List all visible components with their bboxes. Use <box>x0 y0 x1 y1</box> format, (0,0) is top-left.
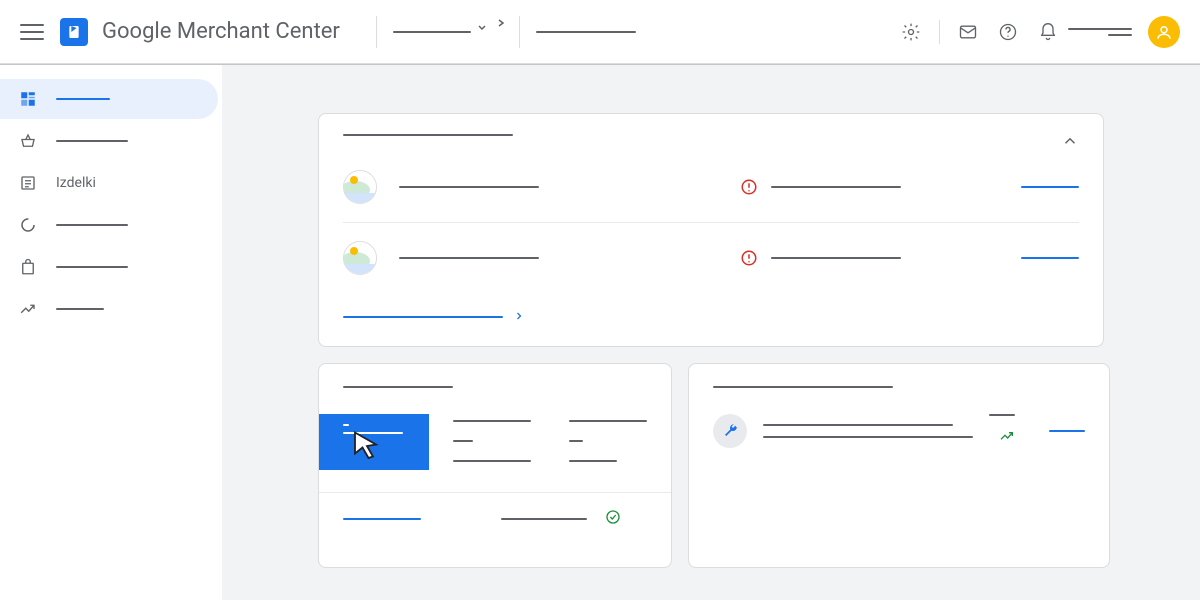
product-thumbnail-icon <box>343 170 377 204</box>
insight-card <box>688 363 1110 568</box>
overview-column <box>569 414 647 462</box>
overview-footer-link[interactable] <box>343 518 421 520</box>
header-search-placeholder[interactable] <box>536 31 656 33</box>
main-content <box>222 65 1200 600</box>
trend-icon <box>18 299 38 319</box>
pending-card-footer-link[interactable] <box>319 293 1103 346</box>
check-circle-icon <box>605 509 621 529</box>
collapse-icon[interactable] <box>1061 132 1079 154</box>
mail-icon[interactable] <box>948 12 988 52</box>
card-title <box>343 134 513 136</box>
pending-tasks-card <box>318 113 1104 347</box>
error-icon <box>739 248 759 268</box>
sidebar-item-label <box>56 98 110 100</box>
app-title: Google Merchant Center <box>102 20 340 44</box>
pending-row-status <box>771 186 901 188</box>
sidebar-item-performance[interactable] <box>0 205 218 245</box>
trend-up-icon <box>999 428 1015 448</box>
pending-row-label <box>399 186 539 188</box>
sidebar-item-label: Izdelki <box>56 175 96 191</box>
sidebar-item-overview[interactable] <box>0 79 218 119</box>
list-icon <box>18 173 38 193</box>
avatar[interactable] <box>1148 16 1180 48</box>
insight-action-link[interactable] <box>1049 430 1085 432</box>
settings-icon[interactable] <box>891 12 931 52</box>
app-logo[interactable] <box>60 18 88 46</box>
divider <box>939 20 940 44</box>
sidebar-item-label <box>56 266 128 268</box>
divider <box>519 16 520 48</box>
sidebar-item-products[interactable]: Izdelki <box>0 163 218 203</box>
notifications-icon[interactable] <box>1028 12 1068 52</box>
sidebar-item-label <box>56 140 128 142</box>
chevron-right-icon <box>513 307 525 326</box>
menu-icon[interactable] <box>20 20 44 44</box>
bag-icon <box>18 257 38 277</box>
app-header: Google Merchant Center <box>0 0 1200 64</box>
error-icon <box>739 177 759 197</box>
pending-row[interactable] <box>343 223 1079 293</box>
basket-icon <box>18 131 38 151</box>
dashboard-icon <box>18 89 38 109</box>
pending-row[interactable] <box>343 152 1079 223</box>
wrench-icon <box>713 414 747 448</box>
overview-card <box>318 363 672 568</box>
sidebar-item-label <box>56 308 104 310</box>
card-title <box>713 386 893 388</box>
pending-row-label <box>399 257 539 259</box>
sidebar-item-growth[interactable] <box>0 289 218 329</box>
account-name-placeholder <box>1068 28 1132 36</box>
cursor-icon <box>349 428 385 464</box>
overview-column <box>453 414 531 462</box>
help-icon[interactable] <box>988 12 1028 52</box>
divider <box>376 16 377 48</box>
sidebar-item-shopping[interactable] <box>0 247 218 287</box>
sidebar-item-basket[interactable] <box>0 121 218 161</box>
sidebar: Izdelki <box>0 65 222 600</box>
product-thumbnail-icon <box>343 241 377 275</box>
overview-active-tab[interactable] <box>319 414 429 470</box>
sidebar-item-label <box>56 224 128 226</box>
pending-row-action-link[interactable] <box>1021 257 1079 259</box>
pending-row-status <box>771 257 901 259</box>
pending-row-action-link[interactable] <box>1021 186 1079 188</box>
donut-icon <box>18 215 38 235</box>
account-selector[interactable] <box>393 27 503 37</box>
